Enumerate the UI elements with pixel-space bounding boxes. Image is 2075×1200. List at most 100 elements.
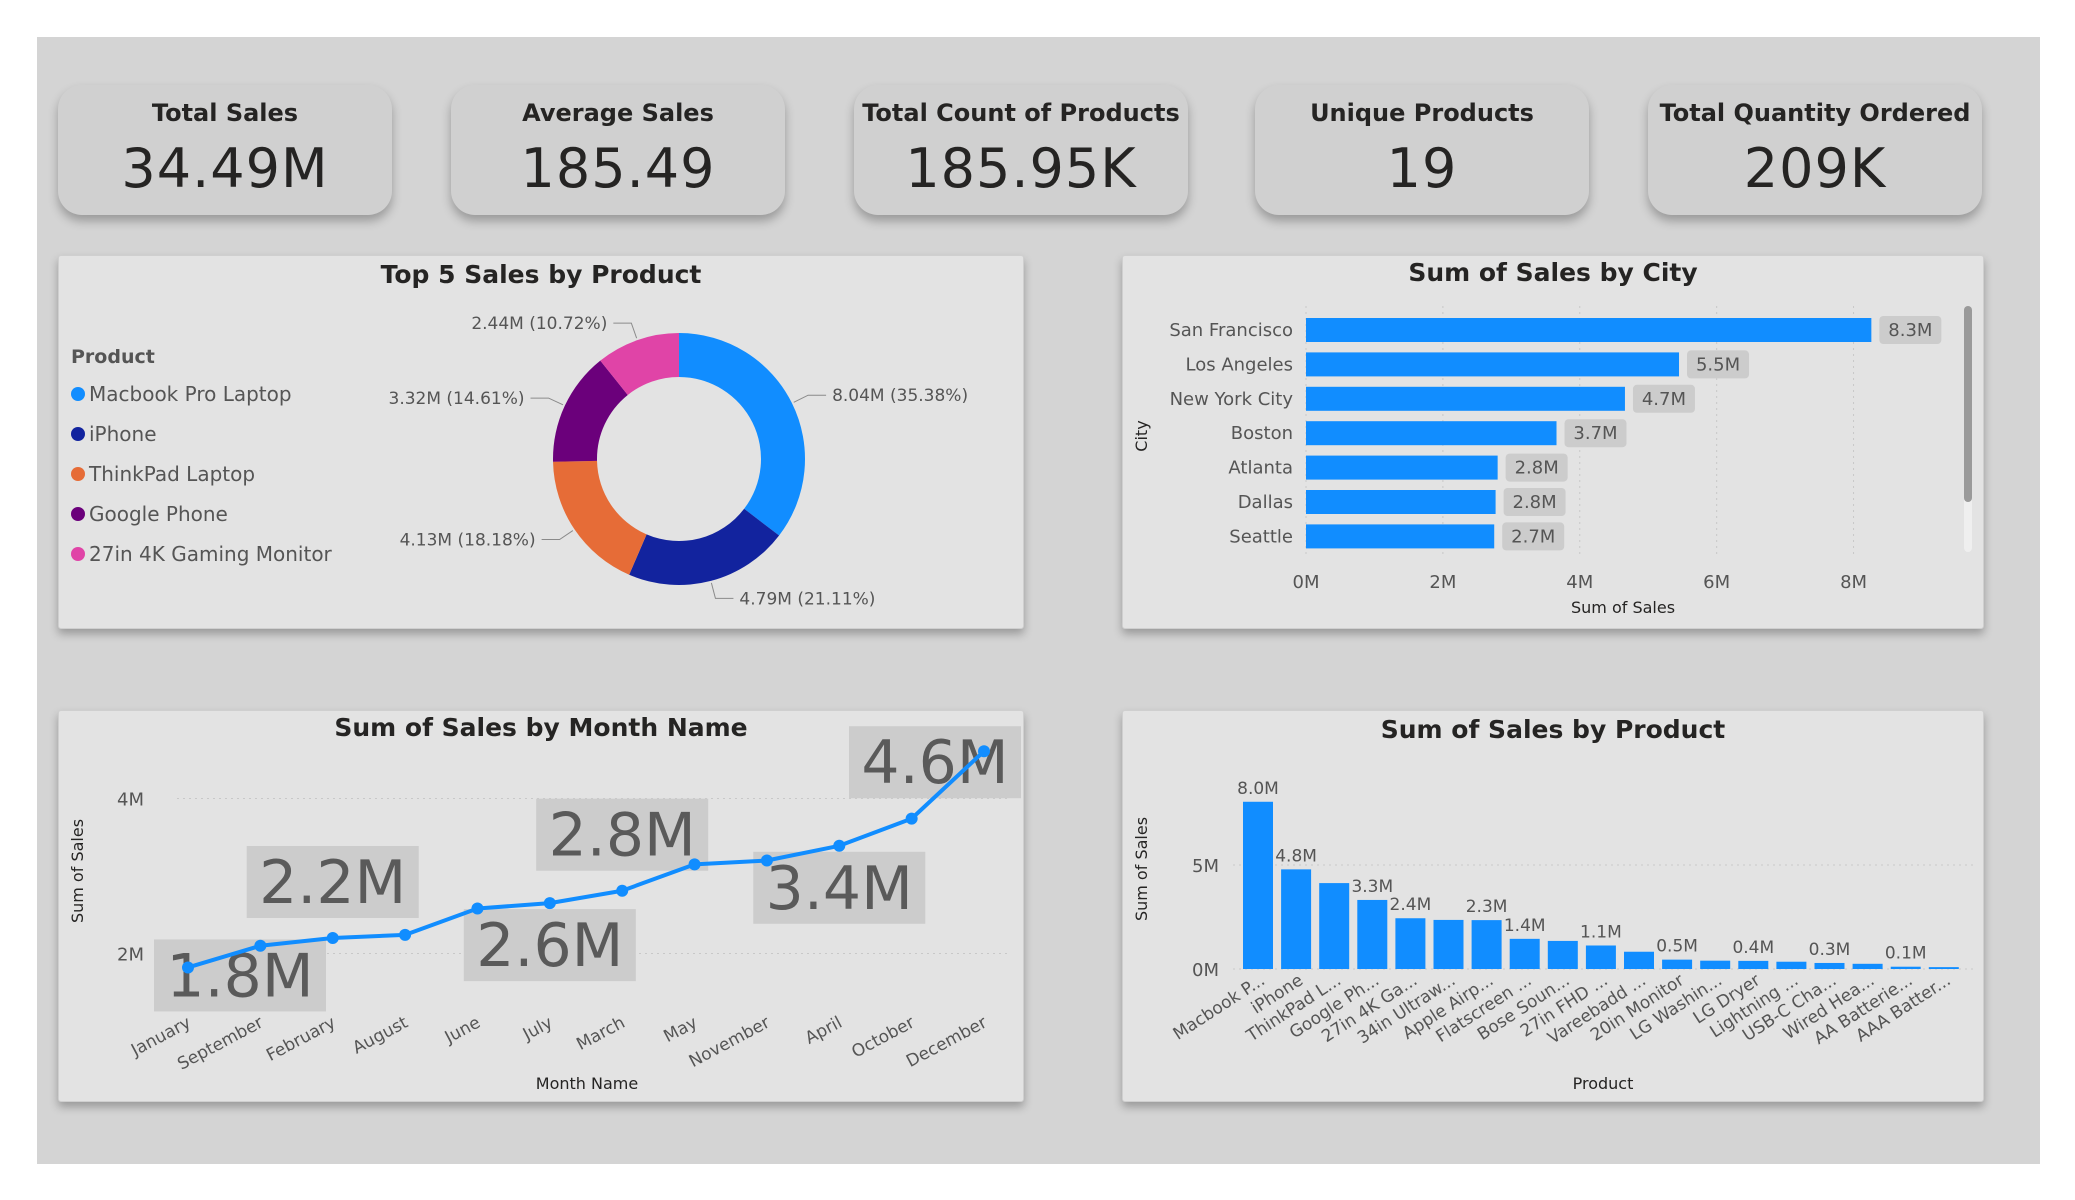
donut-chart-panel[interactable]: Top 5 Sales by Product Product Macbook P… (58, 255, 1024, 629)
data-label: 3.4M (766, 854, 913, 924)
kpi-title: Unique Products (1310, 99, 1534, 127)
x-tick-label: August (350, 1013, 412, 1059)
y-axis-title: City (1132, 420, 1151, 451)
kpi-value: 209K (1743, 137, 1887, 200)
city-bar-chart: 0M 2M 4M 6M 8M San Francisco 8.3M Los Angeles 5.… (1132, 306, 1972, 617)
city-bar-chart-panel[interactable]: Sum of Sales by City 0M 2M 4M 6M 8M San Franc… (1122, 255, 1984, 629)
bar (1738, 960, 1769, 969)
data-label: 2.6M (476, 911, 623, 981)
data-label: 2.4M (1390, 895, 1432, 915)
data-label: 4.8M (1275, 846, 1317, 866)
bar (1890, 966, 1921, 969)
product-bar-chart: 0M 5M 8.0M 4.8M 3.3M2.4M 2.3M1.4M 1.1M 0.5M 0.4M… (1132, 779, 1973, 1093)
donut-slice (679, 333, 805, 536)
y-tick-label: 4M (117, 790, 144, 811)
kpi-card-average-sales[interactable]: Average Sales 185.49 (451, 85, 785, 215)
data-point (905, 812, 918, 825)
x-axis-title: Month Name (536, 1074, 638, 1093)
data-point (399, 928, 412, 941)
data-label: 0.1M (1885, 944, 1927, 964)
bar (1509, 938, 1540, 969)
data-point (688, 858, 701, 871)
bar (1306, 490, 1496, 514)
data-point (760, 854, 773, 867)
y-tick-label: Seattle (1229, 526, 1293, 547)
x-tick-label: December (903, 1013, 990, 1072)
bar (1306, 386, 1625, 411)
y-tick-label: Los Angeles (1186, 354, 1294, 375)
data-label: 0.4M (1732, 938, 1774, 958)
data-label: 5.5M (1696, 354, 1740, 375)
x-tick-label: May (660, 1013, 700, 1047)
bar (1662, 959, 1693, 969)
kpi-title: Total Count of Products (862, 99, 1180, 127)
data-label: 8.0M (1237, 779, 1279, 799)
y-tick-label: 2M (117, 945, 144, 966)
y-axis-title: Sum of Sales (68, 819, 87, 923)
data-label: 3.32M (14.61%) (389, 389, 525, 409)
bar (1319, 883, 1350, 969)
bar (1471, 920, 1502, 969)
x-tick-label: February (263, 1013, 339, 1066)
data-point (543, 897, 556, 910)
data-point (616, 884, 629, 897)
data-label: 4.7M (1642, 389, 1686, 410)
data-point (978, 745, 990, 758)
data-point (254, 939, 267, 952)
data-label: 2.8M (549, 801, 696, 871)
data-point (833, 839, 846, 852)
bar (1814, 962, 1845, 969)
bar (1395, 918, 1426, 969)
data-label: 4.13M (18.18%) (400, 530, 536, 550)
data-label: 8.3M (1888, 320, 1932, 341)
kpi-title: Total Sales (151, 99, 299, 127)
donut-slice (553, 460, 647, 575)
data-label: 2.2M (259, 848, 406, 918)
x-tick-label: March (573, 1013, 628, 1055)
y-axis-title: Sum of Sales (1132, 817, 1151, 921)
data-label: 2.8M (1515, 458, 1559, 479)
report-canvas: Total Sales 34.49M Average Sales 185.49 … (37, 37, 2040, 1164)
bar (1433, 919, 1464, 969)
kpi-card-unique-products[interactable]: Unique Products 19 (1255, 85, 1589, 215)
data-label: 4.79M (21.11%) (739, 589, 875, 609)
bar (1306, 318, 1872, 342)
bar (1700, 960, 1731, 969)
bar (1306, 421, 1557, 446)
data-label: 2.44M (10.72%) (471, 314, 607, 334)
leader-line (530, 397, 564, 406)
bar (1624, 951, 1654, 969)
data-label: 4.6M (861, 728, 1008, 798)
data-label: 3.7M (1573, 423, 1617, 444)
bar (1585, 945, 1616, 969)
bar (1357, 899, 1388, 969)
y-tick-label: 0M (1192, 960, 1219, 981)
donut-chart: 8.04M (35.38%) 4.79M (21.11%) 4.13M (18.18… (389, 314, 969, 609)
data-label: 2.8M (1513, 492, 1557, 513)
kpi-value: 19 (1386, 137, 1458, 200)
kpi-card-total-count-of-products[interactable]: Total Count of Products 185.95K (854, 85, 1188, 215)
bar (1306, 352, 1680, 377)
kpi-card-total-sales[interactable]: Total Sales 34.49M (58, 85, 392, 215)
donut-slice (629, 508, 780, 585)
data-label: 2.7M (1511, 526, 1555, 547)
x-axis-title: Product (1573, 1074, 1634, 1093)
leader-line (793, 394, 827, 403)
kpi-card-total-quantity-ordered[interactable]: Total Quantity Ordered 209K (1648, 85, 1982, 215)
leader-line (613, 322, 638, 339)
month-line-chart-panel[interactable]: Sum of Sales by Month Name 2M 4M 1.8M 2.2M 2… (58, 710, 1024, 1102)
x-tick-label: 8M (1840, 572, 1867, 593)
kpi-value: 185.95K (905, 137, 1137, 200)
bar (1852, 963, 1883, 969)
leader-line (541, 530, 574, 540)
x-tick-label: June (441, 1013, 484, 1049)
x-tick-label: 2M (1429, 572, 1456, 593)
product-bar-chart-panel[interactable]: Sum of Sales by Product 0M 5M 8.0M 4.8M 3.3M… (1122, 710, 1984, 1102)
bar (1306, 455, 1498, 480)
y-tick-label: San Francisco (1169, 320, 1293, 341)
data-label: 0.5M (1656, 937, 1698, 957)
x-tick-label: 0M (1293, 572, 1320, 593)
kpi-title: Total Quantity Ordered (1659, 99, 1971, 127)
scrollbar-thumb[interactable] (1964, 306, 1972, 502)
kpi-value: 34.49M (121, 137, 329, 200)
